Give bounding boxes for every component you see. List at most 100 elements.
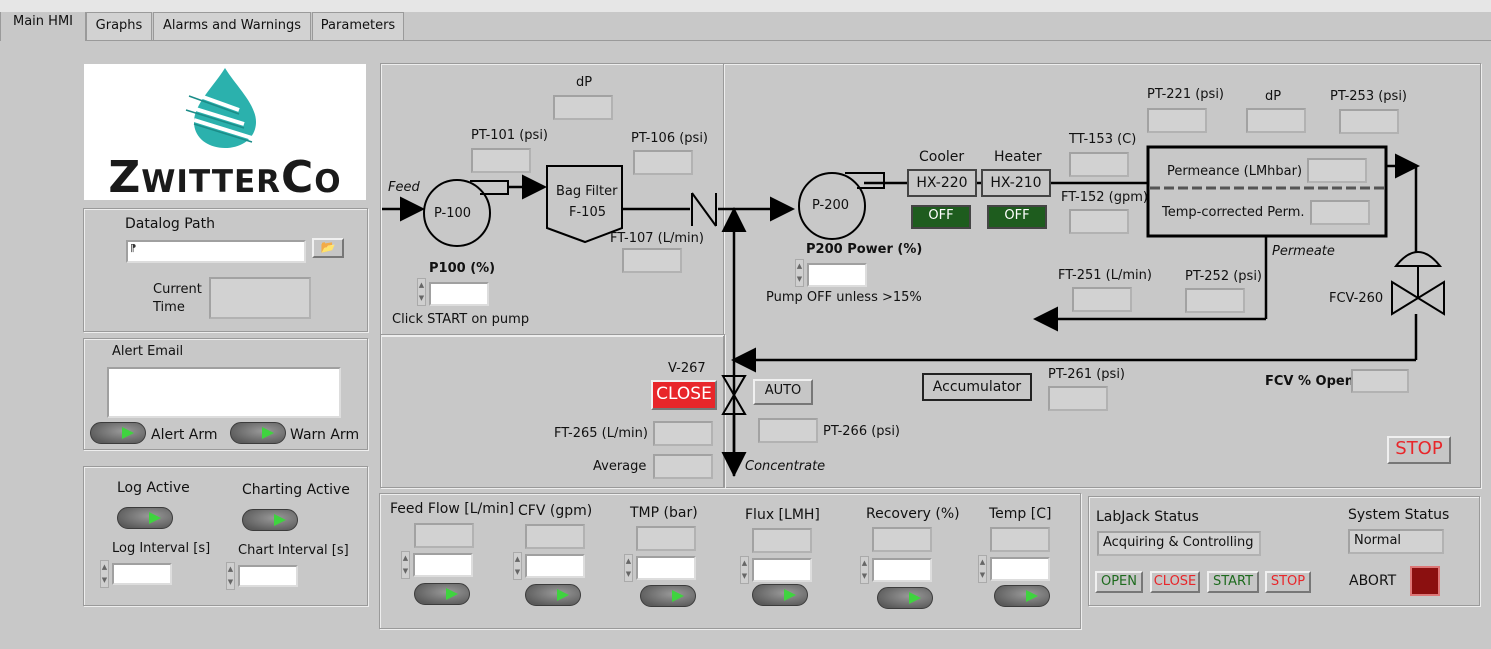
permeance-label: Permeance (LMhbar) [1167, 164, 1303, 179]
fcv260-label: FCV-260 [1329, 291, 1384, 306]
tmp-enable-toggle[interactable] [640, 585, 696, 607]
system-status-label: System Status [1348, 507, 1450, 523]
cooler-label: Cooler [919, 149, 965, 165]
temp-stepper[interactable]: ▲ ▼ [978, 555, 987, 583]
pt101-label: PT-101 (psi) [471, 128, 549, 143]
abort-label: ABORT [1349, 573, 1397, 589]
temp-enable-toggle[interactable] [994, 585, 1050, 607]
feed-label: Feed [388, 180, 420, 195]
heater-toggle[interactable]: OFF [987, 205, 1047, 229]
p200-power-label: P200 Power (%) [806, 242, 923, 257]
pt261-display [1048, 386, 1108, 411]
p100-power-stepper[interactable]: ▲ ▼ [417, 278, 426, 306]
recovery-label: Recovery (%) [866, 506, 960, 522]
cfv-input[interactable] [525, 554, 585, 578]
feed-flow-enable-toggle[interactable] [414, 583, 470, 605]
flux-input[interactable] [752, 558, 812, 582]
p200-name: P-200 [812, 198, 850, 213]
p200-hint: Pump OFF unless >15% [766, 290, 922, 305]
permeate-label: Permeate [1272, 244, 1335, 259]
filter-id: F-105 [569, 205, 606, 220]
labjack-open-button[interactable]: OPEN [1095, 571, 1143, 593]
average-display [653, 454, 713, 479]
p200-power-input[interactable] [807, 263, 867, 287]
hx220-box: HX-220 [907, 169, 977, 197]
pt261-label: PT-261 (psi) [1048, 367, 1126, 382]
p100-hint: Click START on pump [392, 312, 530, 327]
v267-auto-button[interactable]: AUTO [753, 379, 813, 405]
loop-dp-display [1246, 108, 1306, 133]
pt252-label: PT-252 (psi) [1185, 269, 1263, 284]
average-label: Average [593, 459, 647, 474]
ft265-label: FT-265 (L/min) [554, 426, 648, 441]
loop-dp-label: dP [1265, 89, 1282, 104]
concentrate-label: Concentrate [745, 459, 826, 474]
filter-name: Bag Filter [556, 184, 618, 199]
cfv-stepper[interactable]: ▲ ▼ [513, 552, 522, 580]
stop-button[interactable]: STOP [1387, 436, 1451, 464]
temp-corrected-label: Temp-corrected Perm. [1162, 205, 1305, 220]
labjack-status-display: Acquiring & Controlling [1097, 531, 1261, 556]
pt221-label: PT-221 (psi) [1147, 87, 1225, 102]
pt221-display [1147, 108, 1207, 133]
tmp-label: TMP (bar) [630, 505, 698, 521]
cooler-toggle[interactable]: OFF [911, 205, 971, 229]
labjack-close-button[interactable]: CLOSE [1150, 571, 1200, 593]
pt101-display [471, 148, 531, 173]
labjack-stop-button[interactable]: STOP [1265, 571, 1311, 593]
temp-display [990, 527, 1050, 552]
temp-corrected-display [1310, 200, 1370, 225]
flux-stepper[interactable]: ▲ ▼ [740, 556, 749, 584]
p100-name: P-100 [434, 206, 472, 221]
heater-label: Heater [994, 149, 1042, 165]
hx210-box: HX-210 [981, 169, 1051, 197]
fcv-open-display [1351, 369, 1409, 393]
v267-label: V-267 [668, 361, 706, 376]
flux-display [752, 528, 812, 553]
ft152-display [1069, 209, 1129, 234]
recovery-stepper[interactable]: ▲ ▼ [860, 556, 869, 584]
feed-dp-display [553, 95, 613, 120]
permeance-display [1307, 158, 1367, 183]
ft251-display [1072, 287, 1132, 312]
pt106-display [633, 150, 693, 175]
labjack-status-label: LabJack Status [1096, 509, 1199, 525]
feed-flow-input[interactable] [413, 553, 473, 577]
p100-power-label: P100 (%) [429, 261, 496, 276]
recovery-enable-toggle[interactable] [877, 587, 933, 609]
pt266-label: PT-266 (psi) [823, 424, 901, 439]
temp-label: Temp [C] [989, 506, 1052, 522]
labjack-start-button[interactable]: START [1207, 571, 1259, 593]
ft107-display [622, 248, 682, 273]
abort-button[interactable] [1410, 566, 1440, 596]
ft107-label: FT-107 (L/min) [610, 231, 704, 246]
pt266-display [758, 418, 818, 443]
control-valve-fcv260-icon [1391, 251, 1445, 316]
recovery-input[interactable] [872, 558, 932, 582]
ft152-label: FT-152 (gpm) [1061, 190, 1148, 205]
flux-label: Flux [LMH] [745, 507, 820, 523]
pt253-label: PT-253 (psi) [1330, 89, 1408, 104]
recovery-display [872, 527, 932, 552]
system-status-display: Normal [1348, 529, 1444, 554]
feed-flow-display [414, 523, 474, 548]
feed-flow-stepper[interactable]: ▲ ▼ [401, 551, 410, 579]
p100-power-input[interactable] [429, 282, 489, 306]
temp-input[interactable] [990, 557, 1050, 581]
flux-enable-toggle[interactable] [752, 584, 808, 606]
pt252-display [1185, 288, 1245, 313]
tmp-input[interactable] [636, 556, 696, 580]
pt106-label: PT-106 (psi) [631, 131, 709, 146]
v267-close-button[interactable]: CLOSE [651, 380, 717, 410]
feed-flow-label: Feed Flow [L/min] [390, 501, 515, 517]
cfv-enable-toggle[interactable] [525, 584, 581, 606]
tmp-display [636, 526, 696, 551]
tt153-display [1069, 152, 1129, 177]
fcv-open-label: FCV % Open [1265, 374, 1354, 389]
pt253-display [1339, 109, 1399, 134]
p200-power-stepper[interactable]: ▲ ▼ [795, 259, 804, 287]
ft251-label: FT-251 (L/min) [1058, 268, 1152, 283]
cfv-label: CFV (gpm) [518, 503, 593, 519]
tmp-stepper[interactable]: ▲ ▼ [624, 554, 633, 582]
check-valve-icon [691, 192, 717, 227]
